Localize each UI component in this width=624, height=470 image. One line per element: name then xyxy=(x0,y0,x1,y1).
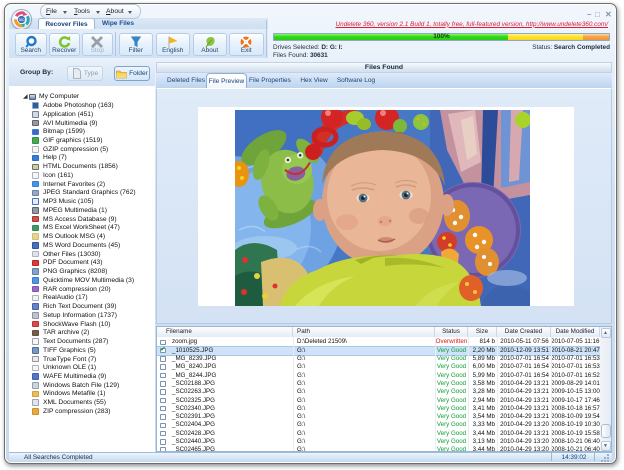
svg-text:360: 360 xyxy=(18,18,24,22)
